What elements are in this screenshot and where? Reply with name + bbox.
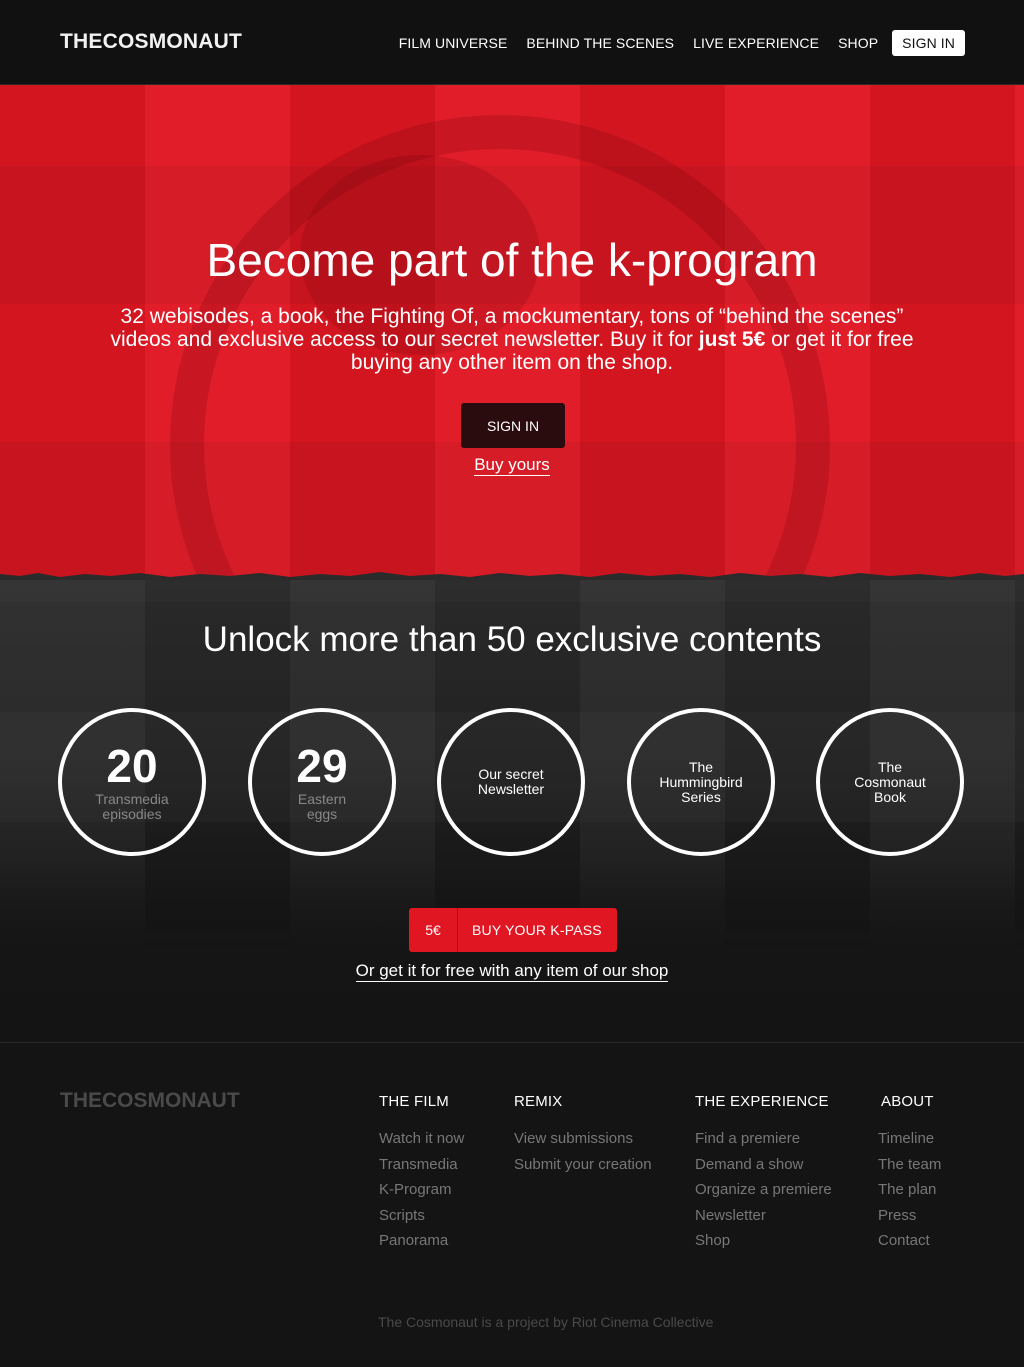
site-header: THECOSMONAUT FILM UNIVERSE BEHIND THE SC…	[0, 0, 1024, 85]
book-circle: The Cosmonaut Book	[816, 708, 964, 856]
footer-link-newsletter[interactable]: Newsletter	[695, 1207, 832, 1233]
footer-link-shop[interactable]: Shop	[695, 1232, 832, 1258]
unlock-section: Unlock more than 50 exclusive contents 2…	[0, 580, 1024, 1042]
book-label: The Cosmonaut Book	[854, 758, 926, 805]
free-link-wrap: Or get it for free with any item of our …	[0, 961, 1024, 982]
footer-link-transmedia[interactable]: Transmedia	[379, 1156, 464, 1182]
site-footer: THECOSMONAUT THE FILM Watch it now Trans…	[0, 1042, 1024, 1367]
buy-yours-link[interactable]: Buy yours	[474, 455, 550, 476]
footer-col-remix: REMIX View submissions Submit your creat…	[514, 1093, 652, 1181]
footer-col-about: ABOUT Timeline The team The plan Press C…	[878, 1093, 941, 1258]
hummingbird-circle: The Hummingbird Series	[627, 708, 775, 856]
eastern-eggs-label: Eastern eggs	[297, 791, 347, 822]
footer-link-watch[interactable]: Watch it now	[379, 1130, 464, 1156]
kpass-label: BUY YOUR K-PASS	[472, 922, 602, 938]
footer-link-press[interactable]: Press	[878, 1207, 941, 1233]
eastern-eggs-count: 29	[296, 740, 348, 792]
nav-shop[interactable]: SHOP	[838, 35, 878, 51]
free-with-item-link[interactable]: Or get it for free with any item of our …	[355, 961, 669, 982]
hero-section: Become part of the k-program 32 webisode…	[0, 85, 1024, 580]
hero-price: just 5€	[698, 328, 766, 351]
transmedia-label: Transmedia episodies	[95, 791, 169, 822]
transmedia-count: 20	[106, 740, 158, 792]
hero-title: Become part of the k-program	[206, 234, 818, 286]
main-nav: FILM UNIVERSE BEHIND THE SCENES LIVE EXP…	[380, 30, 965, 56]
newsletter-label: Our secret Newsletter	[477, 766, 545, 797]
footer-col-title: REMIX	[514, 1093, 563, 1110]
footer-col-title: THE EXPERIENCE	[695, 1093, 829, 1110]
newsletter-circle: Our secret Newsletter	[437, 708, 585, 856]
kpass-price: 5€	[409, 908, 458, 952]
footer-link-contact[interactable]: Contact	[878, 1232, 941, 1258]
footer-link-demand-show[interactable]: Demand a show	[695, 1156, 832, 1182]
transmedia-circle: 20 Transmedia episodies	[58, 708, 206, 856]
torn-edge	[0, 572, 1024, 580]
hero-description: 32 webisodes, a book, the Fighting Of, a…	[110, 305, 914, 374]
footer-col-title: ABOUT	[881, 1093, 934, 1110]
footer-col-experience: THE EXPERIENCE Find a premiere Demand a …	[695, 1093, 832, 1258]
footer-col-film: THE FILM Watch it now Transmedia K-Progr…	[379, 1093, 464, 1258]
site-logo[interactable]: THECOSMONAUT	[60, 30, 242, 54]
hero-signin-button[interactable]: SIGN IN	[461, 403, 565, 448]
nav-film-universe[interactable]: FILM UNIVERSE	[399, 35, 508, 51]
footer-link-find-premiere[interactable]: Find a premiere	[695, 1130, 832, 1156]
nav-live-experience[interactable]: LIVE EXPERIENCE	[693, 35, 819, 51]
eastern-eggs-circle: 29 Eastern eggs	[248, 708, 396, 856]
unlock-title: Unlock more than 50 exclusive contents	[202, 620, 822, 659]
footer-link-submit-creation[interactable]: Submit your creation	[514, 1156, 652, 1182]
footer-link-organize-premiere[interactable]: Organize a premiere	[695, 1181, 832, 1207]
footer-col-title: THE FILM	[379, 1093, 449, 1110]
footer-link-plan[interactable]: The plan	[878, 1181, 941, 1207]
footer-link-panorama[interactable]: Panorama	[379, 1232, 464, 1258]
footer-link-timeline[interactable]: Timeline	[878, 1130, 941, 1156]
footer-credit: The Cosmonaut is a project by Riot Cinem…	[378, 1314, 714, 1330]
footer-link-scripts[interactable]: Scripts	[379, 1207, 464, 1233]
footer-link-view-submissions[interactable]: View submissions	[514, 1130, 652, 1156]
buy-yours-wrap: Buy yours	[0, 455, 1024, 476]
footer-link-kprogram[interactable]: K-Program	[379, 1181, 464, 1207]
footer-link-team[interactable]: The team	[878, 1156, 941, 1182]
buy-kpass-button[interactable]: 5€ BUY YOUR K-PASS	[409, 908, 617, 952]
footer-logo[interactable]: THECOSMONAUT	[60, 1089, 240, 1113]
hummingbird-label: The Hummingbird Series	[659, 758, 743, 805]
nav-behind-the-scenes[interactable]: BEHIND THE SCENES	[526, 35, 674, 51]
header-signin-button[interactable]: SIGN IN	[892, 30, 965, 56]
